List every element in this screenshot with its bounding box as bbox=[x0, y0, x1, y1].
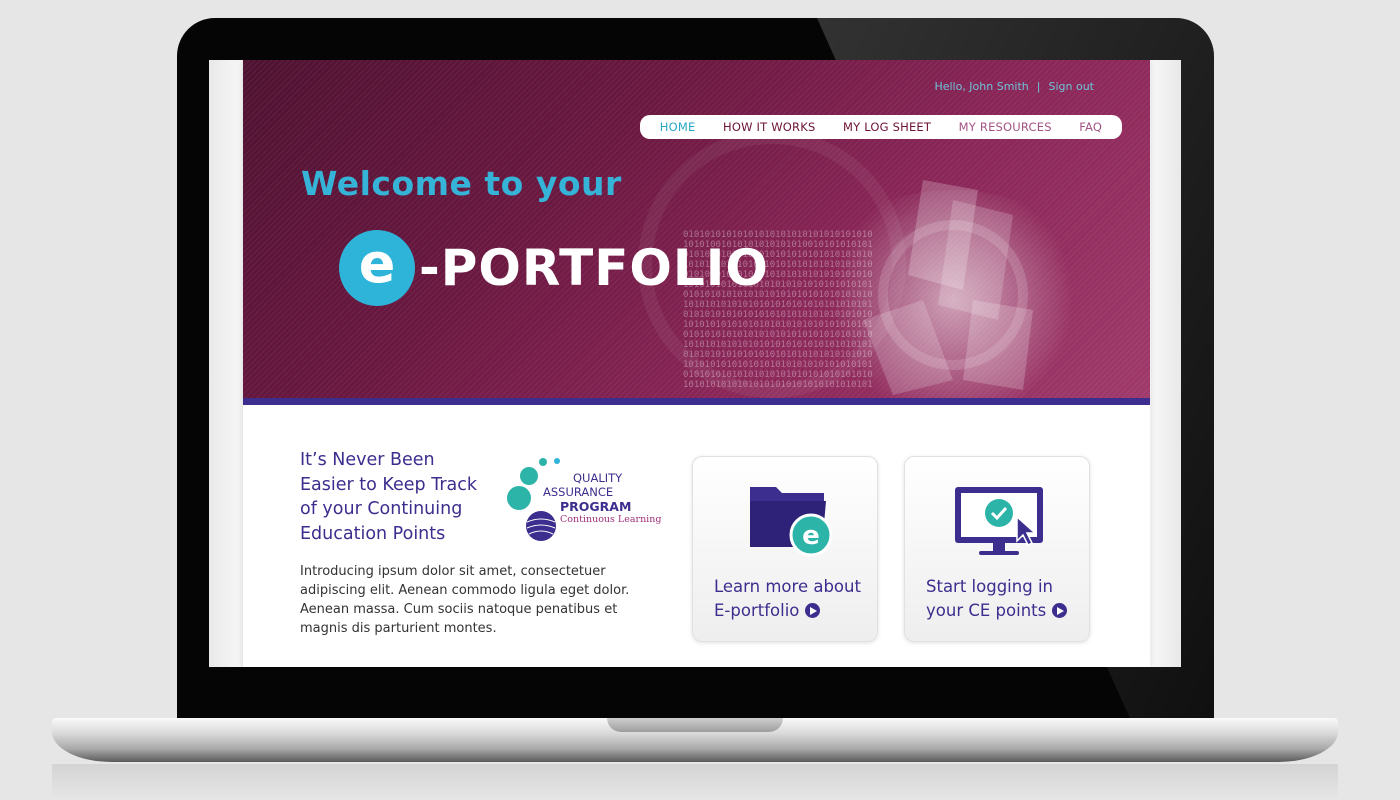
nav-my-resources[interactable]: MY RESOURCES bbox=[959, 120, 1052, 134]
start-logging-text: Start logging in your CE points bbox=[926, 575, 1086, 623]
eportfolio-wordmark: -PORTFOLIO bbox=[419, 239, 769, 297]
intro-heading: It’s Never Been Easier to Keep Track of … bbox=[300, 450, 478, 544]
qa-text-tagline: Continuous Learning bbox=[560, 514, 662, 525]
user-separator: | bbox=[1036, 80, 1041, 93]
sign-out-link[interactable]: Sign out bbox=[1048, 80, 1094, 93]
arrow-right-icon[interactable] bbox=[805, 603, 821, 618]
learn-more-text: Learn more about E-portfolio bbox=[714, 575, 874, 623]
qa-text-quality: QUALITY bbox=[573, 471, 623, 485]
qa-text-program: PROGRAM bbox=[560, 499, 632, 514]
start-logging-line2-wrap: your CE points bbox=[926, 599, 1086, 623]
user-greeting: Hello, John Smith bbox=[934, 80, 1029, 93]
nav-faq[interactable]: FAQ bbox=[1079, 120, 1102, 134]
qa-text-assurance: ASSURANCE bbox=[543, 485, 614, 499]
eportfolio-logo: e -PORTFOLIO bbox=[339, 228, 769, 308]
learn-more-card[interactable]: e Learn more about E-portfolio bbox=[692, 456, 878, 642]
user-bar: Hello, John Smith | Sign out bbox=[934, 80, 1094, 93]
page-margin-right bbox=[1151, 60, 1181, 667]
intro-body: Introducing ipsum dolor sit amet, consec… bbox=[300, 564, 630, 636]
monitor-check-icon bbox=[955, 487, 1043, 555]
e-logo-icon: e bbox=[339, 230, 415, 306]
arrow-right-icon[interactable] bbox=[1052, 603, 1068, 618]
quality-assurance-logo: QUALITY ASSURANCE PROGRAM Continuous Lea… bbox=[505, 456, 661, 546]
hero-graphic bbox=[863, 180, 1033, 395]
laptop-notch bbox=[607, 718, 783, 732]
learn-more-line2: E-portfolio bbox=[714, 601, 800, 620]
svg-text:e: e bbox=[802, 521, 820, 551]
folder-e-icon: e bbox=[750, 487, 833, 557]
welcome-heading: Welcome to your bbox=[301, 164, 622, 203]
learn-more-line1: Learn more about bbox=[714, 577, 861, 596]
laptop-reflection bbox=[52, 764, 1338, 800]
e-logo-letter: e bbox=[358, 232, 396, 295]
start-logging-card[interactable]: Start logging in your CE points bbox=[904, 456, 1090, 642]
learn-more-line2-wrap: E-portfolio bbox=[714, 599, 874, 623]
hero-banner: 01010101010101010101010101010101010 1010… bbox=[243, 60, 1150, 398]
start-logging-line2: your CE points bbox=[926, 601, 1047, 620]
nav-home[interactable]: HOME bbox=[660, 120, 696, 134]
laptop-screen: 01010101010101010101010101010101010 1010… bbox=[209, 60, 1181, 667]
webpage: 01010101010101010101010101010101010 1010… bbox=[243, 60, 1150, 667]
hero-divider bbox=[243, 398, 1150, 405]
page-margin-left bbox=[209, 60, 243, 667]
nav-how-it-works[interactable]: HOW IT WORKS bbox=[723, 120, 815, 134]
nav-my-log-sheet[interactable]: MY LOG SHEET bbox=[843, 120, 931, 134]
qa-circles-icon bbox=[507, 458, 560, 541]
start-logging-line1: Start logging in bbox=[926, 577, 1053, 596]
laptop-base bbox=[52, 718, 1338, 762]
main-nav: HOME HOW IT WORKS MY LOG SHEET MY RESOUR… bbox=[640, 115, 1122, 139]
